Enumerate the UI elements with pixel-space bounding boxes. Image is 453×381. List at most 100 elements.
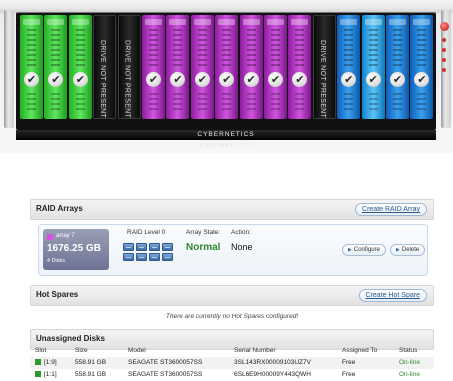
brand-bar: CYBERNETICS: [16, 130, 436, 140]
checkmark-icon: ✔: [219, 72, 235, 87]
table-row[interactable]: [1:9] 558.91 GB SEAGATE ST3600057SS 3SL1…: [30, 357, 434, 369]
checkmark-icon: ✔: [243, 72, 259, 87]
drive-latch: [364, 19, 382, 25]
raid-arrays-panel: RAID Arrays Create RAID Array array 7 16…: [30, 199, 434, 279]
drive-bay-purple[interactable]: ✔: [215, 15, 239, 119]
drive-bay-blue[interactable]: ✔: [337, 15, 361, 119]
column-header-model: Model: [128, 347, 146, 354]
hot-spares-panel: Hot Spares Create Hot Spare There are cu…: [30, 285, 434, 325]
disk-icon: [136, 243, 147, 251]
empty-drive-bay[interactable]: DRIVE NOT PRESENT: [312, 15, 336, 119]
drive-bay-green[interactable]: ✔: [20, 15, 43, 119]
drive-vent: [222, 93, 232, 113]
array-size: 1676.25 GB: [47, 243, 101, 254]
checkmark-icon: ✔: [390, 72, 405, 87]
drive-bay-green[interactable]: ✔: [68, 15, 92, 119]
empty-drive-bay[interactable]: DRIVE NOT PRESENT: [117, 15, 141, 119]
slot-value: [1:9]: [44, 359, 57, 366]
assigned-cell: Free: [342, 371, 356, 378]
checkmark-icon: ✔: [268, 72, 283, 87]
drive-bay-purple[interactable]: ✔: [166, 15, 190, 119]
drive-latch: [218, 19, 236, 25]
slot-cell: [1:9]: [35, 359, 57, 366]
brand-logo: CYBERNETICS: [197, 131, 255, 138]
disk-icon: [136, 253, 147, 261]
array-state-value: Normal: [186, 242, 221, 253]
drive-latch: [242, 19, 260, 25]
disk-icon: [149, 253, 160, 261]
array-state-label: Array State:: [186, 229, 221, 236]
drive-vent: [75, 29, 85, 67]
delete-button[interactable]: ▶ Delete: [390, 244, 426, 256]
raid-level-label: RAID Level 0: [127, 229, 166, 236]
assigned-cell: Free: [342, 359, 356, 366]
checkmark-icon: ✔: [48, 72, 64, 87]
drive-latch: [47, 19, 65, 25]
disk-icon: [123, 253, 134, 261]
checkmark-icon: ✔: [24, 72, 39, 87]
array-summary-badge[interactable]: array 7 1676.25 GB 4 Disks: [43, 229, 109, 270]
drive-vent: [393, 29, 402, 67]
create-raid-array-button[interactable]: Create RAID Array: [355, 203, 427, 216]
drive-latch: [291, 19, 309, 25]
model-cell: SEAGATE ST3600057SS: [128, 371, 203, 378]
hot-spares-title: Hot Spares: [36, 290, 79, 299]
serial-cell: 6SL6E9H00009Y443QWH: [234, 371, 311, 378]
array-action-value: None: [231, 242, 253, 252]
drive-not-present-label: DRIVE NOT PRESENT: [123, 40, 131, 119]
drive-vent: [246, 29, 256, 67]
drive-latch: [340, 19, 358, 25]
drive-bay-purple[interactable]: ✔: [264, 15, 287, 119]
drive-bay-purple[interactable]: ✔: [190, 15, 214, 119]
unassigned-disks-panel: Unassigned Disks: [30, 329, 434, 350]
drive-vent: [75, 93, 85, 113]
status-cell: On-line: [399, 359, 420, 366]
checkmark-icon: ✔: [341, 72, 357, 87]
configure-button[interactable]: ▶ Configure: [342, 244, 386, 256]
table-header-row: Slot Size Model Serial Number Assigned T…: [30, 345, 434, 357]
array-color-swatch: [47, 234, 53, 240]
drive-bay-green[interactable]: ✔: [44, 15, 68, 119]
drive-vent: [173, 29, 183, 67]
hot-spares-header: Hot Spares Create Hot Spare: [30, 285, 434, 306]
array-disk-count: 4 Disks: [47, 258, 66, 264]
status-led: [442, 58, 446, 62]
power-button[interactable]: [440, 22, 449, 31]
empty-drive-bay[interactable]: DRIVE NOT PRESENT: [93, 15, 117, 119]
drive-latch: [145, 19, 162, 25]
model-cell: SEAGATE ST3600057SS: [128, 359, 203, 366]
create-hot-spare-button[interactable]: Create Hot Spare: [358, 289, 427, 302]
drive-latch: [267, 19, 284, 25]
raid-array-card[interactable]: array 7 1676.25 GB 4 Disks RAID Level 0 …: [38, 224, 428, 276]
table-row[interactable]: [1:1] 558.91 GB SEAGATE ST3600057SS 6SL6…: [30, 369, 434, 381]
checkmark-icon: ✔: [365, 72, 381, 87]
disk-icon: [123, 243, 134, 251]
drive-bay-purple[interactable]: ✔: [239, 15, 263, 119]
drive-vent: [417, 29, 427, 67]
drive-bay-blue[interactable]: ✔: [386, 15, 409, 119]
drive-bay-lightblue[interactable]: ✔: [361, 15, 385, 119]
server-chassis: ✔ ✔ ✔ DRIVE NOT PRESENT DRIVE NOT PRESENT ✔ ✔ ✔…: [0, 0, 453, 153]
checkmark-icon: ✔: [414, 72, 430, 87]
raid-disks-icon: [119, 241, 181, 269]
column-header-slot: Slot: [35, 347, 47, 354]
play-arrow-icon: ▶: [396, 247, 400, 253]
drive-latch: [413, 19, 431, 25]
drive-bay-purple[interactable]: ✔: [142, 15, 165, 119]
slot-cell: [1:1]: [35, 371, 57, 378]
checkmark-icon: ✔: [194, 72, 210, 87]
disk-icon: [162, 243, 173, 251]
drive-vent: [295, 93, 305, 113]
size-cell: 558.91 GB: [75, 359, 107, 366]
status-led: [442, 38, 446, 42]
drive-bay-purple[interactable]: ✔: [288, 15, 312, 119]
drive-vent: [344, 29, 354, 67]
drive-vent: [27, 93, 36, 113]
drive-vent: [344, 93, 354, 113]
drive-bay-blue[interactable]: ✔: [410, 15, 434, 119]
column-header-assigned: Assigned To: [342, 347, 378, 354]
column-header-size: Size: [75, 347, 88, 354]
drive-vent: [222, 29, 232, 67]
drive-bay-frame: ✔ ✔ ✔ DRIVE NOT PRESENT DRIVE NOT PRESENT ✔ ✔ ✔…: [16, 12, 436, 130]
drive-not-present-label: DRIVE NOT PRESENT: [99, 40, 107, 119]
